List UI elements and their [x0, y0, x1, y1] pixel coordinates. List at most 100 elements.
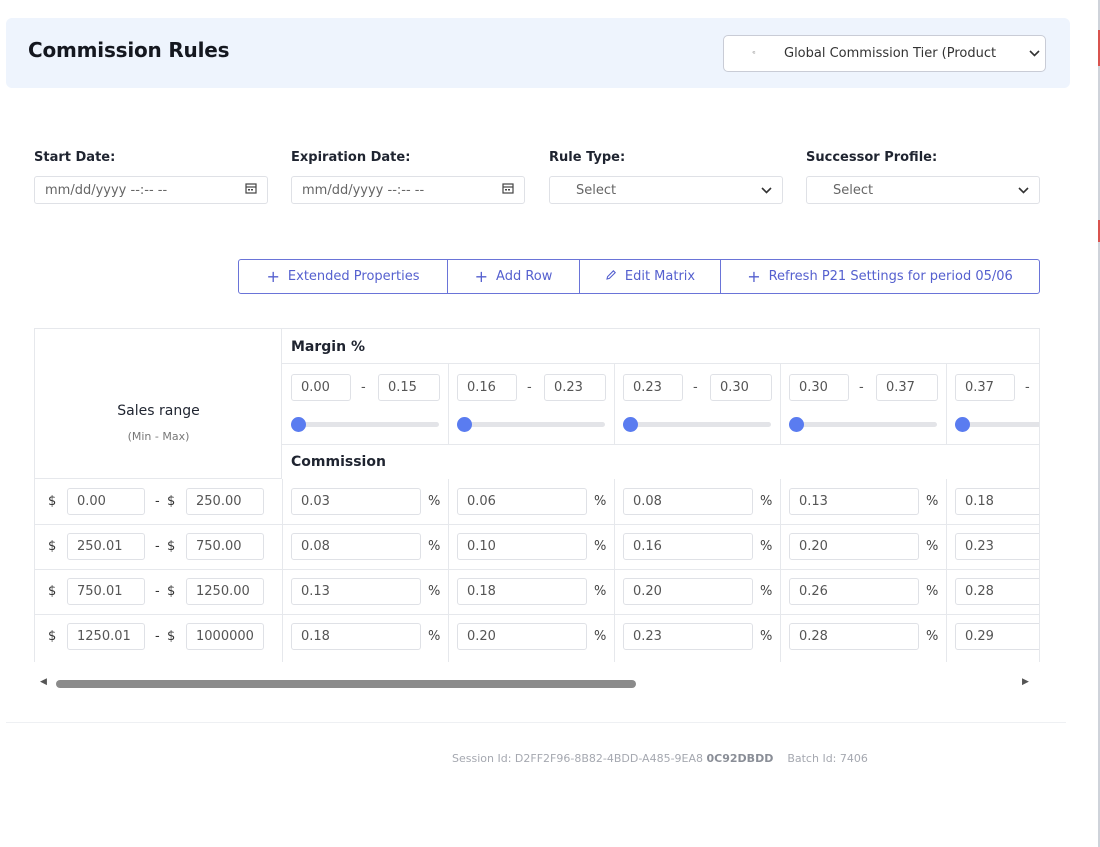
- percent-sign: %: [760, 494, 773, 509]
- chevron-down-icon: [1023, 50, 1045, 57]
- profile-select-glyph: ᵉ: [752, 49, 756, 58]
- margin-slider-thumb[interactable]: [291, 417, 306, 432]
- percent-sign: %: [594, 539, 607, 554]
- plus-icon: +: [747, 266, 761, 286]
- commission-input[interactable]: 0.08: [291, 533, 421, 560]
- expiration-date-input[interactable]: mm/dd/yyyy --:-- --: [291, 176, 525, 204]
- margin-min-input[interactable]: 0.00: [291, 374, 351, 401]
- commission-input[interactable]: 0.18: [955, 488, 1039, 515]
- commission-column-divider: [614, 479, 615, 662]
- chevron-down-icon: [761, 183, 772, 198]
- sales-range-subtitle: (Min - Max): [127, 430, 190, 443]
- percent-sign: %: [926, 494, 939, 509]
- rule-type-select[interactable]: Select: [549, 176, 783, 204]
- sales-max-input[interactable]: 1250.00: [186, 578, 264, 605]
- commission-input[interactable]: 0.29: [955, 623, 1039, 650]
- add-row-button[interactable]: + Add Row: [448, 260, 580, 293]
- matrix-toolbar: + Extended Properties + Add Row Edit Mat…: [238, 259, 1040, 294]
- expiration-date-placeholder: mm/dd/yyyy --:-- --: [302, 182, 425, 198]
- sales-min-input[interactable]: 1250.01: [67, 623, 145, 650]
- currency-symbol: $: [48, 539, 57, 554]
- currency-symbol: $: [167, 539, 176, 554]
- margin-commission-divider: [282, 444, 1039, 445]
- currency-symbol: $: [167, 584, 176, 599]
- chevron-down-icon: [1018, 183, 1029, 198]
- margin-slider-thumb[interactable]: [457, 417, 472, 432]
- commission-input[interactable]: 0.06: [457, 488, 587, 515]
- scrollbar-thumb[interactable]: [56, 680, 636, 688]
- commission-input[interactable]: 0.20: [457, 623, 587, 650]
- margin-min-input[interactable]: 0.37: [955, 374, 1015, 401]
- margin-column-divider: [780, 363, 781, 444]
- sales-max-input[interactable]: 1000000: [186, 623, 264, 650]
- margin-min-input[interactable]: 0.16: [457, 374, 517, 401]
- percent-sign: %: [760, 629, 773, 644]
- session-id-label: Session Id:: [452, 752, 512, 765]
- commission-profile-select[interactable]: ᵉ Global Commission Tier (Product: [723, 35, 1046, 72]
- sales-max-input[interactable]: 250.00: [186, 488, 264, 515]
- margin-max-input[interactable]: 0.23: [544, 374, 606, 401]
- commission-column-divider: [780, 479, 781, 662]
- percent-sign: %: [926, 584, 939, 599]
- range-dash: -: [155, 539, 160, 554]
- percent-sign: %: [428, 584, 441, 599]
- commission-input[interactable]: 0.03: [291, 488, 421, 515]
- margin-max-input[interactable]: 0.15: [378, 374, 440, 401]
- successor-profile-select[interactable]: Select: [806, 176, 1040, 204]
- matrix-horizontal-scrollbar[interactable]: ◀ ▶: [34, 675, 1040, 693]
- batch-id-value: 7406: [839, 752, 868, 765]
- margin-slider-thumb[interactable]: [789, 417, 804, 432]
- scroll-right-arrow-icon[interactable]: ▶: [1022, 677, 1029, 687]
- refresh-settings-button[interactable]: + Refresh P21 Settings for period 05/06: [721, 260, 1039, 293]
- scroll-left-arrow-icon[interactable]: ◀: [40, 677, 47, 687]
- margin-slider-track[interactable]: [789, 422, 937, 427]
- sales-min-input[interactable]: 250.01: [67, 533, 145, 560]
- commission-area-divider: [282, 479, 283, 662]
- margin-max-input[interactable]: 0.37: [876, 374, 938, 401]
- calendar-icon[interactable]: [245, 182, 257, 198]
- commission-input[interactable]: 0.18: [291, 623, 421, 650]
- sales-min-input[interactable]: 750.01: [67, 578, 145, 605]
- commission-input[interactable]: 0.23: [623, 623, 753, 650]
- commission-input[interactable]: 0.20: [623, 578, 753, 605]
- percent-sign: %: [428, 629, 441, 644]
- margin-slider-track[interactable]: [457, 422, 605, 427]
- margin-slider-track[interactable]: [291, 422, 439, 427]
- commission-input[interactable]: 0.08: [623, 488, 753, 515]
- calendar-icon[interactable]: [502, 182, 514, 198]
- commission-matrix: Sales range (Min - Max) Margin % Commiss…: [34, 328, 1040, 662]
- row-divider: [35, 569, 1039, 570]
- commission-input[interactable]: 0.26: [789, 578, 919, 605]
- commission-input[interactable]: 0.28: [789, 623, 919, 650]
- session-footer: Session Id: D2FF2F96-8B82-4BDD-A485-9EA8…: [452, 752, 868, 765]
- rule-type-label: Rule Type:: [549, 150, 626, 165]
- commission-input[interactable]: 0.10: [457, 533, 587, 560]
- margin-max-input[interactable]: 0.30: [710, 374, 772, 401]
- margin-column-divider: [946, 363, 947, 444]
- margin-min-input[interactable]: 0.23: [623, 374, 683, 401]
- currency-symbol: $: [48, 629, 57, 644]
- commission-input[interactable]: 0.20: [789, 533, 919, 560]
- currency-symbol: $: [48, 494, 57, 509]
- commission-input[interactable]: 0.13: [291, 578, 421, 605]
- currency-symbol: $: [167, 629, 176, 644]
- row-divider: [35, 614, 1039, 615]
- margin-column-divider: [614, 363, 615, 444]
- commission-input[interactable]: 0.28: [955, 578, 1039, 605]
- currency-symbol: $: [48, 584, 57, 599]
- margin-slider-thumb[interactable]: [955, 417, 970, 432]
- commission-input[interactable]: 0.13: [789, 488, 919, 515]
- start-date-input[interactable]: mm/dd/yyyy --:-- --: [34, 176, 268, 204]
- commission-input[interactable]: 0.18: [457, 578, 587, 605]
- sales-min-input[interactable]: 0.00: [67, 488, 145, 515]
- edit-matrix-button[interactable]: Edit Matrix: [580, 260, 721, 293]
- margin-slider-track[interactable]: [623, 422, 771, 427]
- commission-title: Commission: [291, 454, 386, 470]
- margin-slider-thumb[interactable]: [623, 417, 638, 432]
- sales-max-input[interactable]: 750.00: [186, 533, 264, 560]
- commission-input[interactable]: 0.16: [623, 533, 753, 560]
- margin-min-input[interactable]: 0.30: [789, 374, 849, 401]
- extended-properties-button[interactable]: + Extended Properties: [239, 260, 448, 293]
- commission-input[interactable]: 0.23: [955, 533, 1039, 560]
- batch-id-label: Batch Id:: [787, 752, 837, 765]
